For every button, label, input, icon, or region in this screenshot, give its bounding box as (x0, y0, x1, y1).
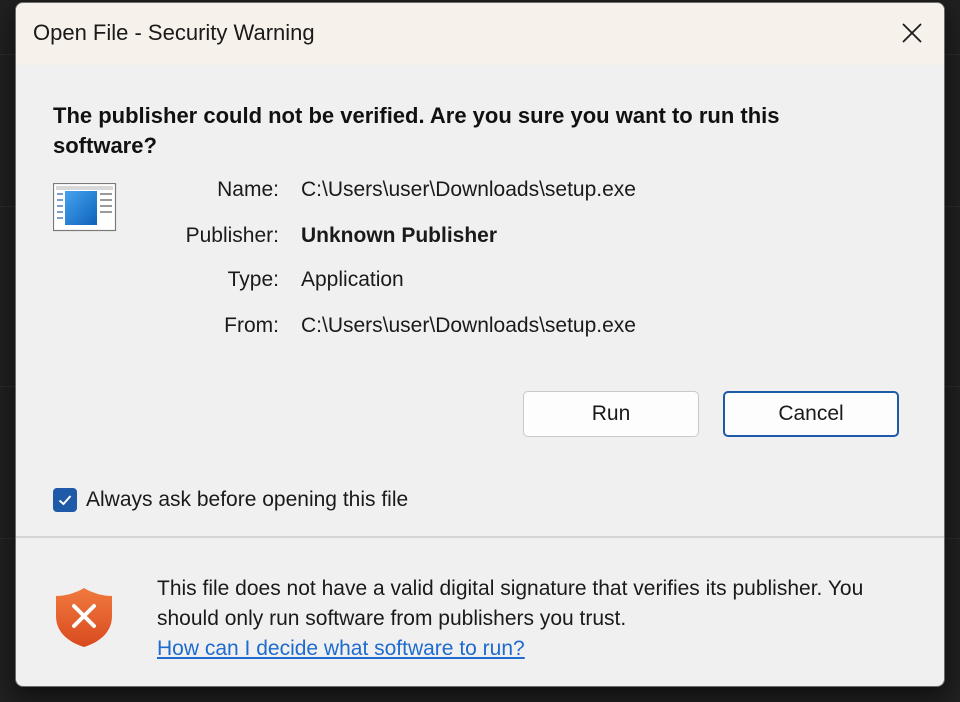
section-divider (16, 536, 944, 538)
security-warning-dialog: Open File - Security Warning The publish… (15, 2, 945, 687)
always-ask-checkbox-row[interactable]: Always ask before opening this file (53, 485, 408, 515)
publisher-value: Unknown Publisher (301, 224, 498, 247)
close-icon (902, 23, 922, 43)
close-button[interactable] (880, 3, 944, 63)
cancel-button[interactable]: Cancel (723, 391, 899, 437)
warning-heading: The publisher could not be verified. Are… (53, 103, 780, 158)
run-button[interactable]: Run (523, 391, 699, 437)
title-bar: Open File - Security Warning (16, 3, 944, 65)
dialog-title: Open File - Security Warning (33, 20, 315, 45)
always-ask-checkbox[interactable] (53, 488, 77, 512)
checkmark-icon (58, 495, 72, 506)
name-value: C:\Users\user\Downloads\setup.exe (301, 178, 636, 201)
type-label: Type: (227, 268, 279, 291)
shield-warning-icon (56, 588, 112, 647)
help-link[interactable]: How can I decide what software to run? (157, 634, 525, 664)
type-value: Application (301, 268, 404, 291)
name-label: Name: (217, 178, 279, 201)
signature-warning-text: This file does not have a valid digital … (157, 577, 864, 630)
from-value: C:\Users\user\Downloads\setup.exe (301, 314, 636, 337)
from-label: From: (224, 314, 279, 337)
always-ask-label: Always ask before opening this file (86, 488, 409, 511)
publisher-label: Publisher: (185, 224, 279, 247)
